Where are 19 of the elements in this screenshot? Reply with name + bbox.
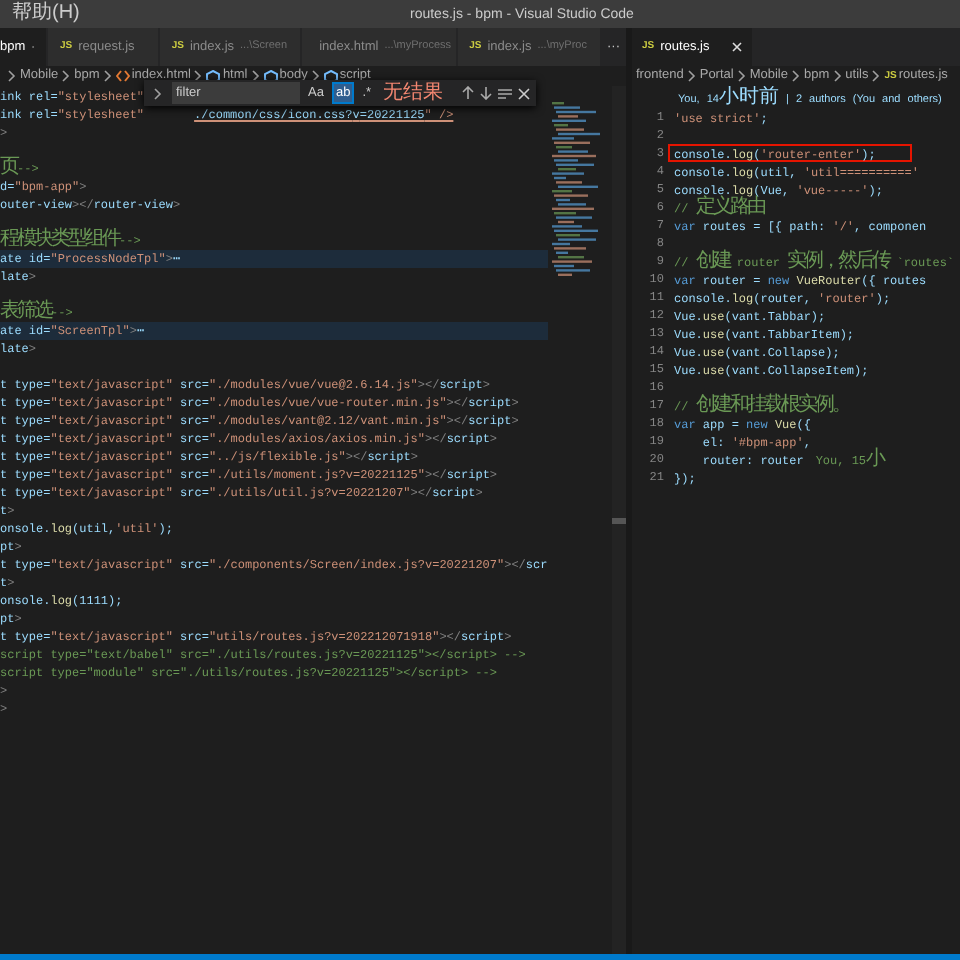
chevron-right-icon (103, 70, 112, 82)
chevron-right-icon (737, 70, 746, 82)
chevron-right-icon (792, 70, 800, 82)
menu-item[interactable]: 帮助(H) (12, 4, 80, 24)
no-results-text: 无结果 (383, 83, 444, 103)
chevron-right-icon (872, 70, 881, 82)
arrow-up-icon[interactable] (462, 86, 474, 100)
code-brackets-icon (115, 70, 130, 82)
chevron-right-icon (833, 70, 842, 82)
arrow-down-icon[interactable] (480, 86, 492, 100)
lines-icon[interactable] (498, 87, 512, 99)
chevron-right-icon (194, 70, 203, 82)
chevron-right-icon (154, 87, 162, 99)
chevron-right-icon (311, 70, 320, 82)
chevron-right-icon (687, 70, 696, 82)
chevron-right-icon (251, 70, 260, 82)
chevron-right-icon (8, 70, 16, 82)
chevron-right-icon (62, 70, 71, 82)
scrollbar[interactable] (612, 86, 626, 954)
